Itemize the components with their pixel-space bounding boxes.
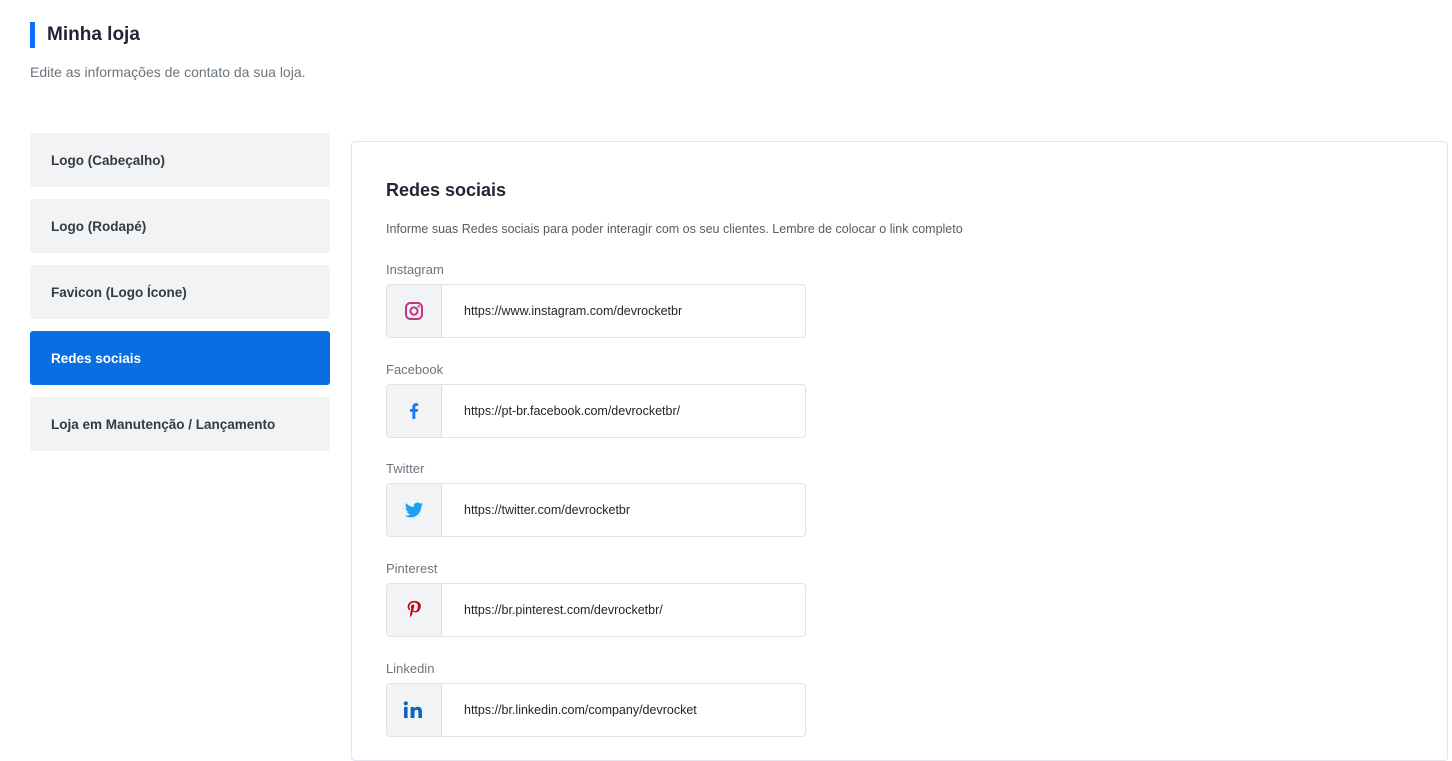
section-title: Redes sociais — [386, 180, 507, 200]
twitter-field-group: Twitter — [386, 459, 806, 537]
pinterest-input-group — [386, 583, 806, 637]
instagram-field-group: Instagram — [386, 260, 806, 338]
twitter-input-group — [386, 483, 806, 537]
social-networks-card: Redes sociais Informe suas Redes sociais… — [351, 141, 1448, 761]
title-row: Minha loja — [30, 22, 306, 48]
pinterest-field-group: Pinterest — [386, 559, 806, 637]
instagram-addon — [387, 285, 442, 337]
instagram-label: Instagram — [386, 262, 444, 277]
sidebar-item-label: Favicon (Logo Ícone) — [51, 284, 187, 300]
linkedin-label: Linkedin — [386, 661, 435, 676]
instagram-icon — [404, 301, 424, 321]
page-title: Minha loja — [47, 24, 140, 45]
twitter-label: Twitter — [386, 461, 425, 476]
sidebar-item-favicon[interactable]: Favicon (Logo Ícone) — [30, 265, 330, 319]
page-subtitle: Edite as informações de contato da sua l… — [30, 64, 306, 80]
sidebar-item-maintenance[interactable]: Loja em Manutenção / Lançamento — [30, 397, 330, 451]
pinterest-addon — [387, 584, 442, 636]
pinterest-icon — [405, 600, 423, 620]
twitter-addon — [387, 484, 442, 536]
facebook-addon — [387, 385, 442, 437]
linkedin-input-group — [386, 683, 806, 737]
title-accent-bar — [30, 22, 35, 48]
pinterest-input[interactable] — [442, 584, 805, 636]
instagram-input[interactable] — [442, 285, 805, 337]
sidebar-item-label: Logo (Rodapé) — [51, 218, 147, 234]
sidebar-item-social-networks[interactable]: Redes sociais — [30, 331, 330, 385]
facebook-input[interactable] — [442, 385, 805, 437]
linkedin-addon — [387, 684, 442, 736]
facebook-input-group — [386, 384, 806, 438]
facebook-field-group: Facebook — [386, 360, 806, 438]
page-header: Minha loja Edite as informações de conta… — [30, 22, 306, 80]
pinterest-label: Pinterest — [386, 561, 438, 576]
twitter-input[interactable] — [442, 484, 805, 536]
sidebar-item-label: Redes sociais — [51, 350, 142, 366]
sidebar-item-label: Logo (Cabeçalho) — [51, 152, 165, 168]
linkedin-icon — [403, 701, 425, 719]
linkedin-input[interactable] — [442, 684, 805, 736]
sidebar-item-logo-footer[interactable]: Logo (Rodapé) — [30, 199, 330, 253]
sidebar-item-label: Loja em Manutenção / Lançamento — [51, 416, 276, 432]
sidebar-item-logo-header[interactable]: Logo (Cabeçalho) — [30, 133, 330, 187]
instagram-input-group — [386, 284, 806, 338]
settings-sidebar: Logo (Cabeçalho) Logo (Rodapé) Favicon (… — [30, 133, 330, 463]
linkedin-field-group: Linkedin — [386, 659, 806, 737]
section-description: Informe suas Redes sociais para poder in… — [386, 222, 963, 236]
facebook-icon — [404, 401, 424, 421]
twitter-icon — [403, 500, 425, 520]
facebook-label: Facebook — [386, 362, 444, 377]
